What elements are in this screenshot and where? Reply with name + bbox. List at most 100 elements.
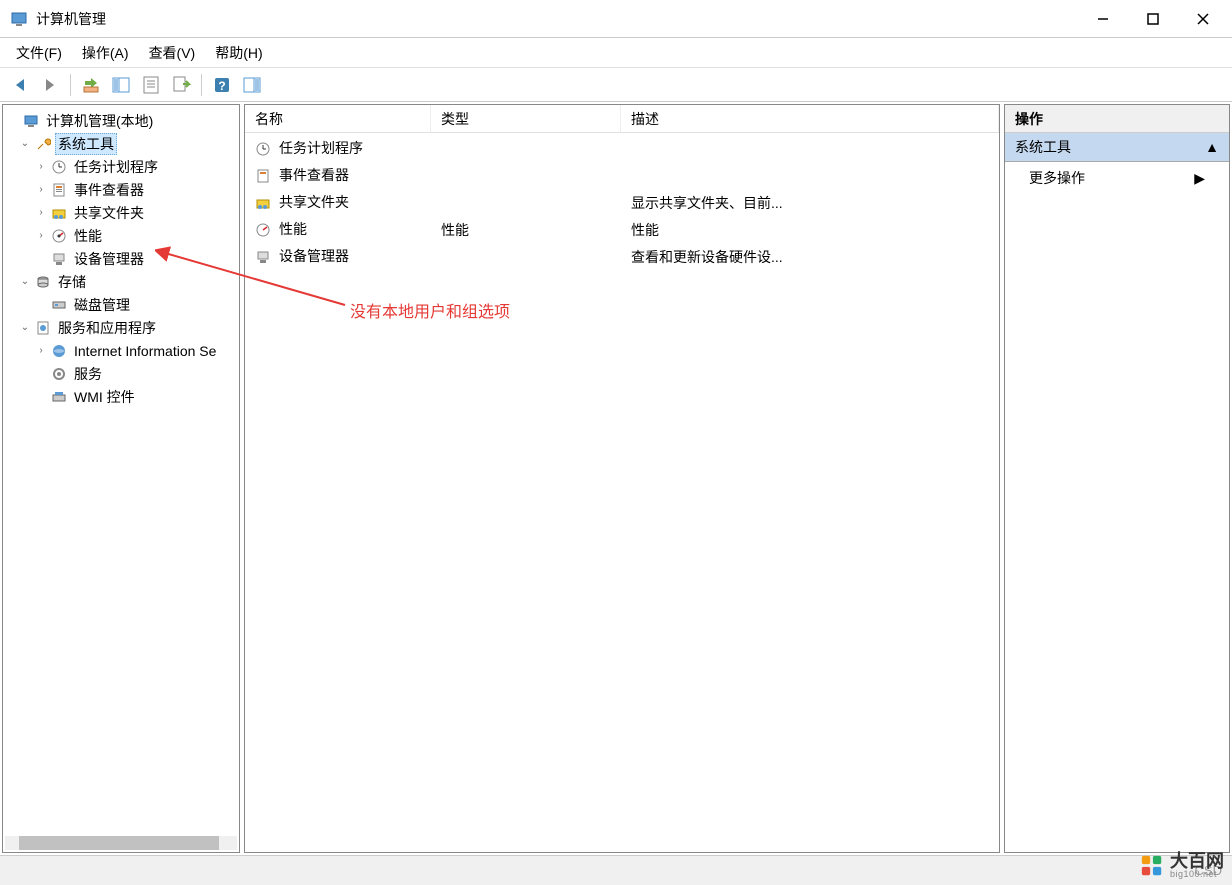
expander-icon[interactable]: › [35,161,47,172]
watermark-logo-icon [1140,854,1164,878]
expander-icon[interactable]: ⌄ [19,322,31,333]
up-button[interactable] [77,71,105,99]
list-item[interactable]: 任务计划程序 [245,135,999,162]
column-name[interactable]: 名称 [245,105,431,132]
list-body: 任务计划程序 事件查看器 共享文件夹 显示共享文件夹、目前... 性能 性能 性… [245,133,999,272]
horizontal-scrollbar[interactable] [5,836,237,850]
shared-folder-icon [255,195,273,213]
gear-icon [50,365,68,383]
expander-icon[interactable]: › [35,184,47,195]
expander-icon[interactable]: › [35,230,47,241]
tree-services-apps[interactable]: ⌄ 服务和应用程序 [3,316,239,339]
tree-label: 服务和应用程序 [55,317,159,339]
tree-task-scheduler[interactable]: › 任务计划程序 [3,155,239,178]
minimize-button[interactable] [1078,2,1128,36]
cell-name: 共享文件夹 [279,194,349,210]
app-icon [10,10,28,28]
clock-icon [255,141,273,159]
cell-name: 事件查看器 [279,167,349,183]
tree-disk-management[interactable]: 磁盘管理 [3,293,239,316]
device-icon [255,249,273,267]
wmi-icon [50,388,68,406]
titlebar: 计算机管理 [0,0,1232,38]
tree-label: WMI 控件 [71,386,138,408]
actions-pane: 操作 系统工具 ▲ 更多操作 ▶ [1004,104,1230,853]
expander-icon[interactable]: › [35,207,47,218]
menubar: 文件(F) 操作(A) 查看(V) 帮助(H) [0,38,1232,68]
window-title: 计算机管理 [36,9,1078,29]
clock-icon [50,158,68,176]
actions-header: 操作 [1005,105,1229,133]
svg-text:?: ? [218,79,225,93]
disk-icon [50,296,68,314]
window-controls [1078,2,1228,36]
expander-icon[interactable]: › [35,345,47,356]
actions-section[interactable]: 系统工具 ▲ [1005,133,1229,162]
tree-label: 服务 [71,363,105,385]
properties-button[interactable] [137,71,165,99]
tree-system-tools[interactable]: ⌄ 系统工具 [3,132,239,155]
back-button[interactable] [6,71,34,99]
computer-icon [22,112,40,130]
tree-wmi[interactable]: WMI 控件 [3,385,239,408]
tree-shared-folders[interactable]: › 共享文件夹 [3,201,239,224]
show-hide-tree-button[interactable] [107,71,135,99]
tree-label: 性能 [71,225,105,247]
tree-label: 存储 [55,271,89,293]
menu-action[interactable]: 操作(A) [72,39,139,67]
list-item[interactable]: 性能 性能 性能 [245,216,999,243]
menu-help[interactable]: 帮助(H) [205,39,272,67]
list-header: 名称 类型 描述 [245,105,999,133]
maximize-button[interactable] [1128,2,1178,36]
separator-icon [70,74,71,96]
performance-icon [50,227,68,245]
actions-more[interactable]: 更多操作 ▶ [1005,162,1229,194]
tree-performance[interactable]: › 性能 [3,224,239,247]
tree-label: 磁盘管理 [71,294,133,316]
scrollbar-thumb[interactable] [19,836,219,850]
menu-file[interactable]: 文件(F) [6,39,72,67]
help-button[interactable]: ? [208,71,236,99]
tree-event-viewer[interactable]: › 事件查看器 [3,178,239,201]
forward-button[interactable] [36,71,64,99]
expander-icon[interactable]: ⌄ [19,276,31,287]
menu-view[interactable]: 查看(V) [139,39,206,67]
tree-label: 共享文件夹 [71,202,147,224]
action-pane-button[interactable] [238,71,266,99]
column-type[interactable]: 类型 [431,105,621,132]
tree-services[interactable]: 服务 [3,362,239,385]
toolbar: ? [0,68,1232,102]
actions-more-label: 更多操作 [1029,168,1085,188]
tree-label: 系统工具 [55,133,117,155]
storage-icon [34,273,52,291]
tree-label: 计算机管理(本地) [43,110,156,132]
close-button[interactable] [1178,2,1228,36]
tree-label: Internet Information Se [71,342,219,360]
column-desc[interactable]: 描述 [621,105,999,132]
list-item[interactable]: 设备管理器 查看和更新设备硬件设... [245,243,999,270]
tree-device-manager[interactable]: 设备管理器 [3,247,239,270]
tree-label: 设备管理器 [71,248,147,270]
tree-root[interactable]: 计算机管理(本地) [3,109,239,132]
separator-icon [201,74,202,96]
expander-icon[interactable]: ⌄ [19,138,31,149]
actions-section-label: 系统工具 [1015,137,1071,157]
tree-iis[interactable]: › Internet Information Se [3,339,239,362]
watermark-title: 大百网 [1170,852,1224,870]
tree-view[interactable]: 计算机管理(本地) ⌄ 系统工具 › 任务计划程序 › 事件查看器 › 共享文件… [3,105,239,836]
list-item[interactable]: 共享文件夹 显示共享文件夹、目前... [245,189,999,216]
collapse-icon: ▲ [1205,139,1219,155]
cell-name: 任务计划程序 [279,140,363,156]
tree-label: 任务计划程序 [71,156,161,178]
export-button[interactable] [167,71,195,99]
tools-icon [34,135,52,153]
cell-desc: 查看和更新设备硬件设... [621,247,999,267]
cell-name: 设备管理器 [279,248,349,264]
watermark: 大百网 big100.net [1140,852,1224,879]
cell-type: 性能 [431,220,621,240]
tree-storage[interactable]: ⌄ 存储 [3,270,239,293]
tree-label: 事件查看器 [71,179,147,201]
list-item[interactable]: 事件查看器 [245,162,999,189]
chevron-right-icon: ▶ [1194,170,1205,187]
shared-folder-icon [50,204,68,222]
